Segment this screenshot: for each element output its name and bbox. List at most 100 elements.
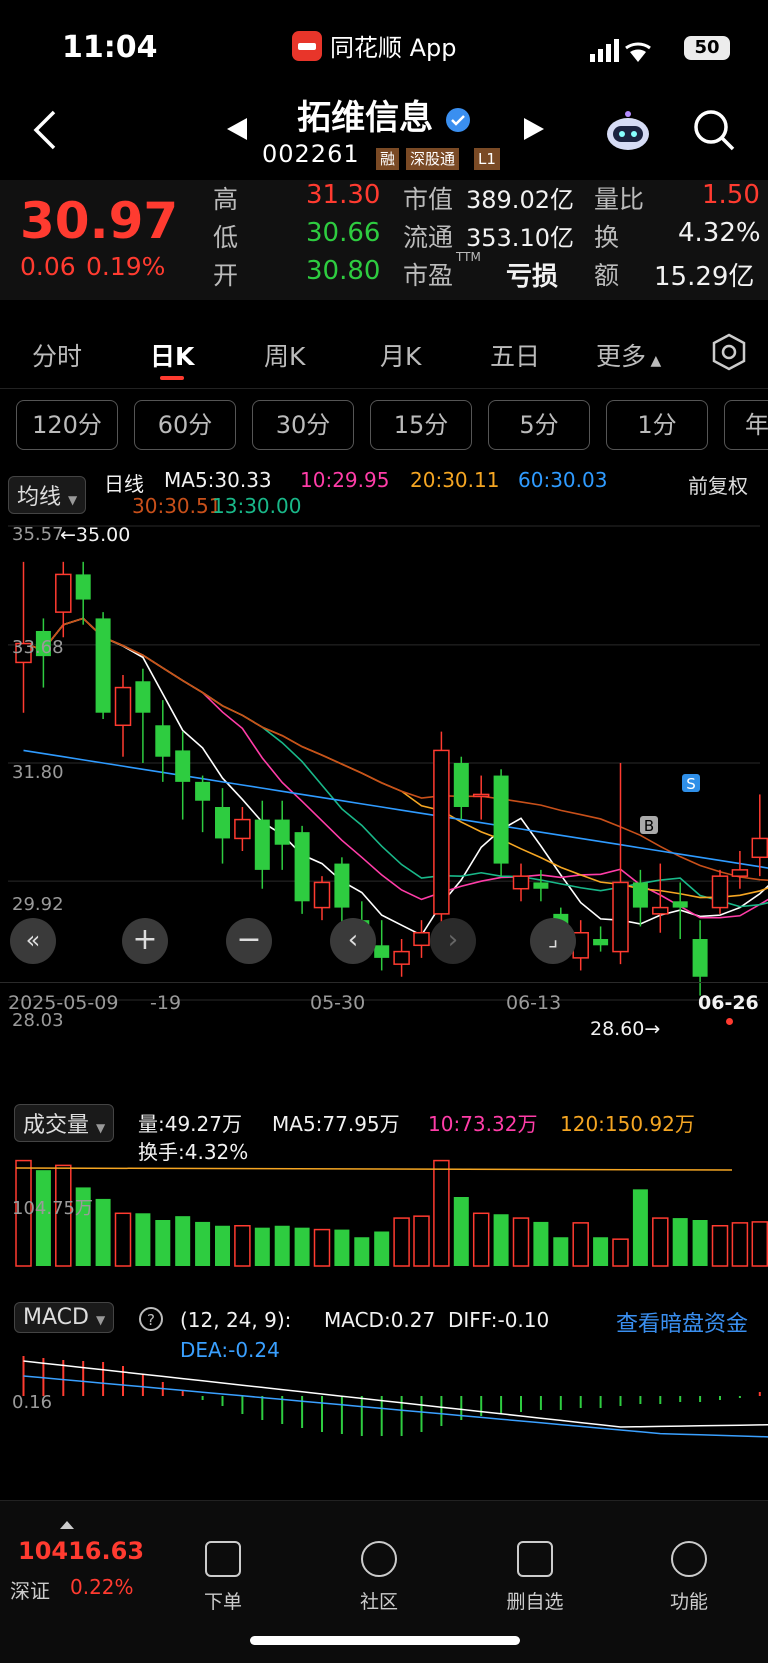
next-stock-icon[interactable] — [522, 116, 546, 142]
volume-bar — [294, 1227, 310, 1266]
tf-1min[interactable]: 1分 — [606, 400, 708, 450]
price-change-pct: 0.19% — [86, 252, 166, 281]
nav-remove-watchlist[interactable]: 删自选 — [490, 1541, 580, 1614]
candle-body — [413, 931, 430, 947]
tab-weekly-k[interactable]: 周K — [264, 337, 305, 373]
macd-plot — [22, 1356, 768, 1438]
candle-body — [612, 881, 629, 953]
volume-bar — [135, 1213, 151, 1266]
tf-year[interactable]: 年 — [724, 400, 768, 450]
candle-body — [215, 807, 230, 839]
nav-order[interactable]: 下单 — [178, 1541, 268, 1614]
candle-body — [55, 573, 72, 613]
tab-more[interactable]: 更多 ▲ — [596, 337, 661, 373]
stock-header: 拓维信息 002261 融 深股通 L1 — [0, 90, 768, 178]
ma60-line — [23, 749, 768, 869]
open-label: 开 — [213, 261, 239, 290]
candle-body — [274, 819, 290, 845]
tab-intraday[interactable]: 分时 — [32, 337, 82, 373]
high-label: 高 — [213, 185, 239, 214]
battery-indicator: 50 — [684, 36, 730, 60]
adjust-mode[interactable]: 前复权 — [688, 470, 748, 499]
vol-ratio-label: 量比 — [594, 185, 645, 214]
candle-body — [114, 686, 132, 727]
tf-5min[interactable]: 5分 — [488, 400, 590, 450]
candle-body — [711, 875, 729, 909]
candle-body — [294, 832, 310, 902]
x-axis-line — [0, 982, 768, 983]
dea-line — [23, 1375, 768, 1438]
macd-panel[interactable]: MACD ▼ ? (12, 24, 9): MACD:0.27 DIFF:-0.… — [0, 1296, 768, 1486]
indicator-selector[interactable]: 均线 ▼ — [8, 476, 87, 514]
candle-body — [453, 763, 469, 808]
tab-monthly-k[interactable]: 月K — [380, 337, 421, 373]
settings-hex-icon[interactable] — [710, 333, 748, 371]
search-icon[interactable] — [692, 108, 736, 152]
volume-bar — [274, 1225, 290, 1266]
index-pct: 0.22% — [70, 1575, 134, 1599]
volume-ma5: MA5:77.95万 — [272, 1112, 400, 1136]
dark-pool-link[interactable]: 查看暗盘资金 — [616, 1306, 748, 1338]
tf-120min[interactable]: 120分 — [16, 400, 118, 450]
volume-bar — [354, 1237, 370, 1266]
ma10-legend: 10:29.95 — [300, 468, 390, 492]
kline-chart[interactable]: 均线 ▼ 日线 MA5:30.33 10:29.95 20:30.11 60:3… — [0, 462, 768, 1082]
y-label-4: 29.92 — [12, 894, 64, 915]
amount-value: 15.29亿 — [654, 262, 755, 292]
candle-body — [731, 869, 749, 877]
scroll-right-button[interactable]: › — [430, 918, 476, 964]
candle-body — [493, 775, 509, 864]
volume-bar — [155, 1220, 171, 1266]
volume-bar — [612, 1238, 629, 1267]
robot-assistant-icon[interactable] — [604, 108, 652, 156]
candle-body — [135, 681, 151, 713]
diff-line — [23, 1360, 768, 1428]
volume-panel[interactable]: 成交量 ▼ 量:49.27万 MA5:77.95万 10:73.32万 120:… — [0, 1096, 768, 1286]
menu-lines-icon — [671, 1541, 707, 1577]
tf-60min[interactable]: 60分 — [134, 400, 236, 450]
open-value: 30.80 — [306, 256, 381, 286]
scroll-left-button[interactable]: ‹ — [330, 918, 376, 964]
nav-community[interactable]: 社区 — [334, 1541, 424, 1614]
line-name: 日线 — [104, 472, 144, 496]
nav-functions[interactable]: 功能 — [644, 1541, 734, 1614]
index-value[interactable]: 10416.63 — [18, 1537, 144, 1565]
tab-daily-k[interactable]: 日K — [150, 337, 194, 373]
x-label-end: 06-26 — [698, 992, 759, 1014]
fullscreen-button[interactable]: ⌟ — [530, 918, 576, 964]
candle-body — [195, 781, 211, 801]
macd-selector[interactable]: MACD ▼ — [14, 1302, 115, 1333]
mcap-label: 市值 — [403, 185, 454, 214]
macd-value: MACD:0.27 — [324, 1308, 436, 1332]
volume-bar — [652, 1217, 669, 1267]
margin-tag: 融 — [376, 148, 400, 170]
volume-bar — [334, 1229, 350, 1266]
connect-tag: 深股通 — [406, 148, 460, 170]
volume-bar — [453, 1197, 469, 1266]
candle-body — [632, 882, 648, 908]
ma13-legend: 13:30.00 — [212, 494, 302, 518]
zoom-in-button[interactable]: + — [122, 918, 168, 964]
volume-bar — [254, 1227, 270, 1266]
tf-30min[interactable]: 30分 — [252, 400, 354, 450]
pe-value: 亏损 — [506, 262, 559, 292]
volume-bar — [632, 1189, 648, 1266]
candle-body — [234, 818, 251, 840]
tab-five-day[interactable]: 五日 — [490, 337, 540, 373]
candle-body — [254, 819, 270, 870]
period-tabs: 分时 日K 周K 月K 五日 更多 ▲ — [0, 315, 768, 385]
volume-bar — [512, 1217, 530, 1267]
help-icon[interactable]: ? — [138, 1306, 164, 1332]
tf-15min[interactable]: 15分 — [370, 400, 472, 450]
status-bar: 11:04 同花顺 App 50 — [0, 0, 768, 90]
today-dot — [726, 1018, 733, 1025]
zoom-out-button[interactable]: − — [226, 918, 272, 964]
ma30-line — [23, 617, 768, 881]
volume-bar — [751, 1221, 768, 1267]
low-mark: 28.60→ — [590, 1018, 661, 1040]
level-tag: L1 — [474, 148, 500, 170]
expand-up-icon[interactable] — [60, 1521, 74, 1529]
collapse-left-button[interactable]: « — [10, 918, 56, 964]
verified-icon — [445, 107, 470, 132]
macd-params: (12, 24, 9): — [180, 1308, 292, 1332]
